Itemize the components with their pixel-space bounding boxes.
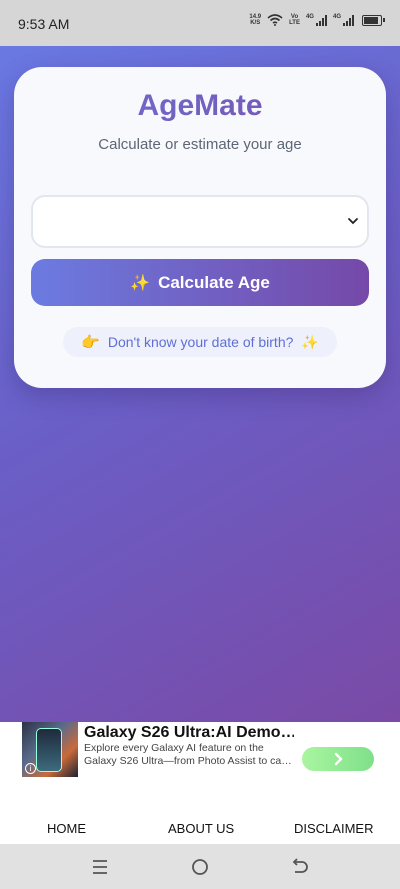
app-title: AgeMate [0, 89, 400, 123]
ad-banner[interactable]: i Galaxy S26 Ultra:AI Demo… Explore ever… [0, 722, 400, 780]
wifi-icon [267, 14, 283, 26]
network-speed-unit: K/S [250, 20, 261, 26]
status-icons: 14.9 K/S Vo LTE 4G 4G [249, 14, 385, 26]
system-nav-bar [0, 844, 400, 889]
dont-know-dob-label: Don't know your date of birth? [107, 334, 294, 350]
menu-icon[interactable] [90, 857, 110, 877]
nav-about-us[interactable]: ABOUT US [168, 821, 234, 836]
bottom-nav: HOME ABOUT US DISCLAIMER [0, 780, 400, 844]
home-circle-icon[interactable] [190, 857, 210, 877]
calculate-age-label: Calculate Age [158, 272, 270, 292]
volte-indicator: Vo LTE [289, 14, 300, 26]
chevron-down-icon [348, 218, 358, 225]
battery-icon [362, 14, 385, 26]
app-subtitle: Calculate or estimate your age [98, 136, 302, 153]
phone-image [36, 728, 62, 772]
ad-description: Explore every Galaxy AI feature on the G… [84, 742, 292, 767]
sim2-label: 4G [332, 14, 341, 20]
nav-disclaimer[interactable]: DISCLAIMER [294, 821, 373, 836]
ad-thumbnail: i [22, 722, 78, 777]
dob-select[interactable] [31, 195, 369, 248]
dont-know-dob-link[interactable]: 👉 Don't know your date of birth? ✨ [63, 327, 337, 357]
signal-sim1-icon: 4G [306, 14, 327, 26]
sparkles-icon: ✨ [130, 274, 151, 292]
ad-title: Galaxy S26 Ultra:AI Demo… [84, 724, 294, 741]
ad-cta-button[interactable] [302, 747, 374, 771]
sim1-label: 4G [305, 14, 314, 20]
ad-info-icon[interactable]: i [25, 763, 36, 774]
nav-home[interactable]: HOME [47, 821, 86, 836]
pointing-right-icon: 👉 [81, 334, 100, 351]
status-time: 9:53 AM [18, 16, 70, 32]
back-icon[interactable] [290, 857, 310, 877]
sparkles-icon: ✨ [301, 333, 319, 350]
volte-bottom: LTE [289, 20, 300, 26]
signal-sim2-icon: 4G [333, 14, 354, 26]
screen: 9:53 AM 14.9 K/S Vo LTE 4G 4G AgeMate Ca… [0, 0, 400, 889]
calculate-age-button[interactable]: ✨ Calculate Age [31, 259, 369, 306]
chevron-right-icon [334, 752, 343, 766]
status-bar: 9:53 AM 14.9 K/S Vo LTE 4G 4G [0, 0, 400, 46]
network-speed: 14.9 K/S [249, 14, 261, 26]
battery-fill [364, 16, 379, 24]
